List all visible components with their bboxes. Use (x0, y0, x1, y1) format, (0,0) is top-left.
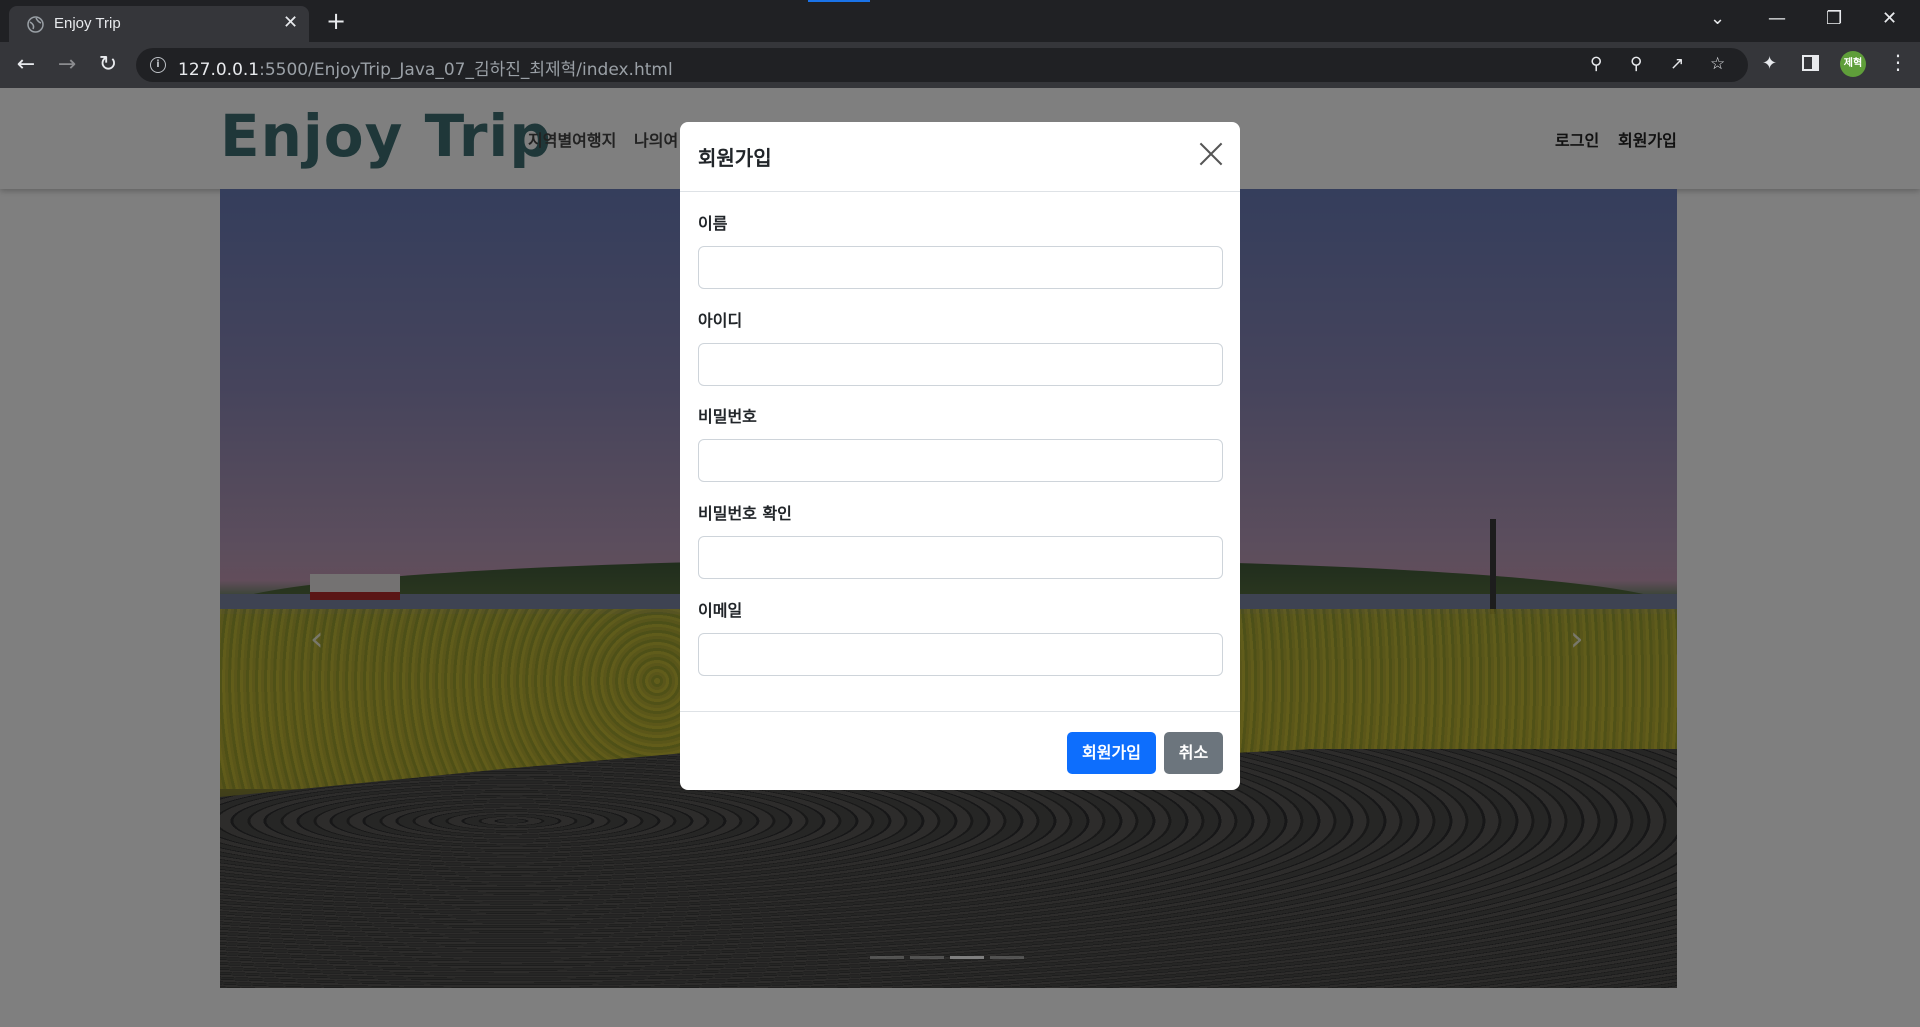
restore-icon[interactable]: ❐ (1826, 8, 1842, 29)
side-panel-icon[interactable] (1802, 55, 1819, 71)
password-confirm-label: 비밀번호 확인 (698, 504, 792, 523)
close-tab-icon[interactable]: ✕ (283, 14, 298, 32)
key-icon[interactable]: ⚲ (1590, 54, 1602, 74)
reload-icon[interactable]: ↻ (95, 52, 121, 78)
browser-tab-bar: Enjoy Trip ✕ + ⌄ — ❐ ✕ (0, 0, 1920, 42)
password-confirm-input[interactable] (698, 536, 1223, 579)
back-icon[interactable]: ← (13, 52, 39, 78)
modal-title: 회원가입 (698, 146, 772, 170)
email-input[interactable] (698, 633, 1223, 676)
id-label: 아이디 (698, 311, 743, 330)
signup-modal: 회원가입 이름 아이디 비밀번호 비밀번호 확인 이메일 회원가입 취소 (680, 122, 1240, 790)
id-input[interactable] (698, 343, 1223, 386)
tab-strip-indicator (808, 0, 870, 2)
avatar[interactable]: 제혁 (1840, 51, 1866, 77)
new-tab-button[interactable]: + (326, 9, 346, 33)
minimize-icon[interactable]: — (1768, 8, 1786, 29)
close-icon[interactable] (1198, 141, 1224, 167)
address-bar[interactable]: i 127.0.0.1:5500/EnjoyTrip_Java_07_김하진_최… (136, 48, 1748, 82)
zoom-icon[interactable]: ⚲ (1630, 54, 1642, 74)
star-icon[interactable]: ☆ (1710, 54, 1725, 74)
forward-icon[interactable]: → (54, 52, 80, 78)
modal-footer: 회원가입 취소 (680, 711, 1240, 790)
globe-icon (27, 16, 44, 33)
url-text[interactable]: 127.0.0.1:5500/EnjoyTrip_Java_07_김하진_최제혁… (178, 55, 673, 80)
browser-toolbar: ← → ↻ i 127.0.0.1:5500/EnjoyTrip_Java_07… (0, 42, 1920, 88)
signup-submit-button[interactable]: 회원가입 (1067, 732, 1156, 774)
name-input[interactable] (698, 246, 1223, 289)
url-path: :5500/EnjoyTrip_Java_07_김하진_최제혁/index.ht… (259, 60, 673, 80)
name-label: 이름 (698, 214, 728, 233)
modal-header: 회원가입 (680, 122, 1240, 192)
info-icon[interactable]: i (150, 57, 166, 73)
cancel-button[interactable]: 취소 (1164, 732, 1223, 774)
url-host: 127.0.0.1 (178, 60, 260, 80)
share-icon[interactable]: ↗ (1670, 54, 1684, 74)
web-page: Enjoy Trip 지역별여행지 나의여 로그인 회원가입 ‹ › 회원가입 … (0, 88, 1920, 1027)
extensions-icon[interactable]: ✦ (1762, 53, 1777, 74)
password-input[interactable] (698, 439, 1223, 482)
chevron-down-icon[interactable]: ⌄ (1710, 8, 1725, 29)
password-label: 비밀번호 (698, 407, 757, 426)
tab-title: Enjoy Trip (54, 15, 121, 32)
window-close-icon[interactable]: ✕ (1882, 8, 1897, 29)
menu-icon[interactable]: ⋮ (1888, 50, 1908, 74)
browser-tab[interactable]: Enjoy Trip ✕ (9, 6, 309, 42)
email-label: 이메일 (698, 601, 743, 620)
